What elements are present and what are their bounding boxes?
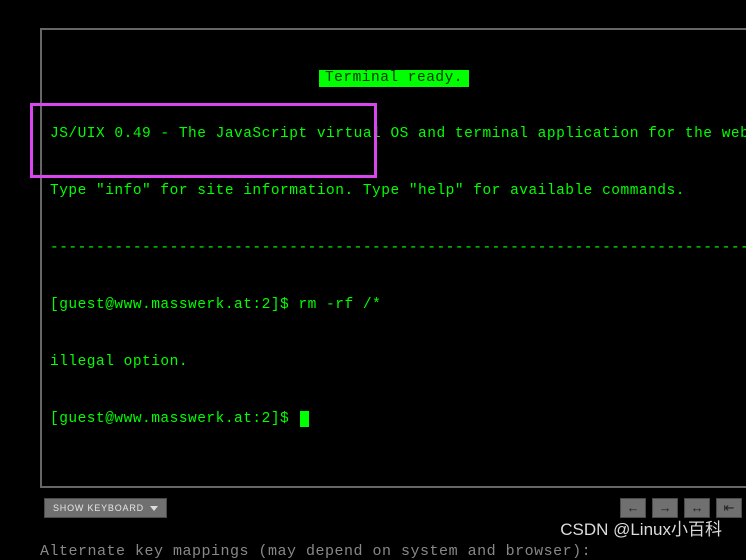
divider-line: ----------------------------------------… — [50, 239, 738, 258]
arrow-rewind-icon: ⇤ — [724, 501, 735, 516]
arrow-last-button[interactable]: ⇤ — [716, 498, 742, 518]
output-line-1: illegal option. — [50, 353, 738, 372]
prompt-1: [guest@www.masswerk.at:2]$ — [50, 297, 298, 313]
intro-line-1: JS/UIX 0.49 - The JavaScript virtual OS … — [50, 125, 738, 144]
arrow-right-icon: → — [661, 501, 669, 516]
command-1: rm -rf /* — [298, 297, 381, 313]
chevron-down-icon — [150, 506, 158, 511]
terminal-window[interactable]: Terminal ready. JS/UIX 0.49 - The JavaSc… — [40, 28, 746, 488]
toolbar: SHOW KEYBOARD ← → ↔ ⇤ — [44, 498, 742, 518]
intro-line-2: Type "info" for site information. Type "… — [50, 182, 738, 201]
command-line-1: [guest@www.masswerk.at:2]$ rm -rf /* — [50, 296, 738, 315]
arrow-back-button[interactable]: ← — [620, 498, 646, 518]
show-keyboard-label: SHOW KEYBOARD — [53, 503, 144, 513]
ready-banner: Terminal ready. — [319, 70, 469, 87]
terminal-content: Terminal ready. JS/UIX 0.49 - The JavaSc… — [42, 30, 746, 475]
arrow-left-icon: ← — [629, 501, 637, 516]
ready-banner-line: Terminal ready. — [50, 70, 738, 87]
watermark: CSDN @Linux小百科 — [560, 515, 722, 540]
arrow-both-icon: ↔ — [693, 501, 701, 516]
show-keyboard-button[interactable]: SHOW KEYBOARD — [44, 498, 167, 518]
command-line-2[interactable]: [guest@www.masswerk.at:2]$ — [50, 410, 738, 429]
arrow-button-group: ← → ↔ ⇤ — [620, 498, 742, 518]
arrow-forward-button[interactable]: → — [652, 498, 678, 518]
arrow-both-button[interactable]: ↔ — [684, 498, 710, 518]
prompt-2: [guest@www.masswerk.at:2]$ — [50, 411, 298, 427]
cursor-icon — [300, 411, 309, 427]
